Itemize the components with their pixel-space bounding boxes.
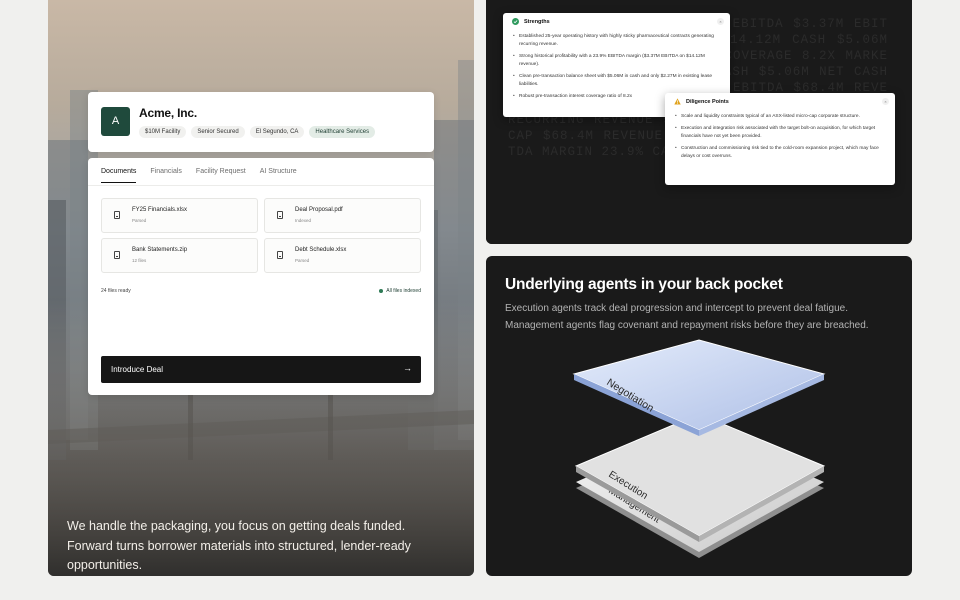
tab-ai-structure[interactable]: AI Structure <box>260 168 297 183</box>
file-list: FY25 Financials.xlsx Parsed Deal Proposa… <box>101 198 421 273</box>
file-status: Parsed <box>132 218 147 223</box>
file-status: Parsed <box>295 258 310 263</box>
tab-documents[interactable]: Documents <box>101 168 137 183</box>
agents-heading: Underlying agents in your back pocket <box>505 276 783 293</box>
warning-icon <box>674 98 681 105</box>
file-name: FY25 Financials.xlsx <box>132 207 188 213</box>
file-status: Indexed <box>295 218 312 223</box>
deal-tags: $10M Facility Senior Secured El Segundo,… <box>139 126 376 138</box>
agent-layers-illustration: Management Execution Negotiation <box>572 339 826 558</box>
indexed-status: All files indexed <box>379 288 421 294</box>
list-item: Established 25-year operating history wi… <box>513 33 720 49</box>
list-item: Scale and liquidity constraints typical … <box>675 113 885 121</box>
tag-industry: Healthcare Services <box>309 126 376 138</box>
hero-caption: We handle the packaging, you focus on ge… <box>67 519 411 572</box>
tag-seniority: Senior Secured <box>191 126 245 138</box>
introduce-deal-label: Introduce Deal <box>111 365 164 374</box>
introduce-deal-button[interactable]: Introduce Deal → <box>101 356 421 383</box>
list-item: Construction and commissioning risk tied… <box>675 145 885 161</box>
close-icon[interactable]: × <box>717 18 724 25</box>
file-item[interactable]: Debt Schedule.xlsx Parsed <box>264 238 421 273</box>
arrow-right-icon: → <box>403 363 412 373</box>
document-icon <box>277 211 283 219</box>
file-item[interactable]: FY25 Financials.xlsx Parsed <box>101 198 258 233</box>
close-icon[interactable]: × <box>882 98 889 105</box>
file-name: Bank Statements.zip <box>132 247 188 253</box>
indexed-label: All files indexed <box>386 288 421 294</box>
deal-tabs: Documents Financials Facility Request AI… <box>101 168 297 183</box>
status-dot-icon <box>379 289 384 293</box>
file-name: Debt Schedule.xlsx <box>295 247 347 253</box>
agents-panel: Underlying agents in your back pocket Ex… <box>486 256 912 576</box>
tab-financials[interactable]: Financials <box>150 168 182 183</box>
ticker-fade <box>486 180 912 244</box>
files-ready-count: 24 files ready <box>101 288 131 294</box>
file-item[interactable]: Bank Statements.zip 12 files <box>101 238 258 273</box>
list-item: Execution and integration risk associate… <box>675 125 885 141</box>
tag-location: El Segundo, CA <box>249 126 305 138</box>
file-item[interactable]: Deal Proposal.pdf Indexed <box>264 198 421 233</box>
check-circle-icon <box>512 18 519 25</box>
diligence-card: Diligence Points × Scale and liquidity c… <box>665 93 895 185</box>
document-icon <box>114 251 120 259</box>
strengths-title: Strengths <box>524 19 550 25</box>
company-name: Acme, Inc. <box>139 106 198 120</box>
diligence-title: Diligence Points <box>686 99 729 105</box>
company-avatar: A <box>101 107 130 136</box>
list-item: Strong historical profitability with a 2… <box>513 53 720 69</box>
tab-facility-request[interactable]: Facility Request <box>196 168 246 183</box>
document-icon <box>277 251 283 259</box>
document-icon <box>114 211 120 219</box>
tabs-divider <box>88 185 434 186</box>
file-name: Deal Proposal.pdf <box>295 207 343 213</box>
list-item: Clean pre-transaction balance sheet with… <box>513 73 720 89</box>
documents-card: Documents Financials Facility Request AI… <box>88 158 434 395</box>
agents-description: Execution agents track deal progression … <box>505 303 869 331</box>
deal-header-card: A Acme, Inc. $10M Facility Senior Secure… <box>88 92 434 152</box>
diligence-list: Scale and liquidity constraints typical … <box>675 113 885 165</box>
file-status: 12 files <box>132 258 147 263</box>
tag-facility: $10M Facility <box>139 126 187 138</box>
